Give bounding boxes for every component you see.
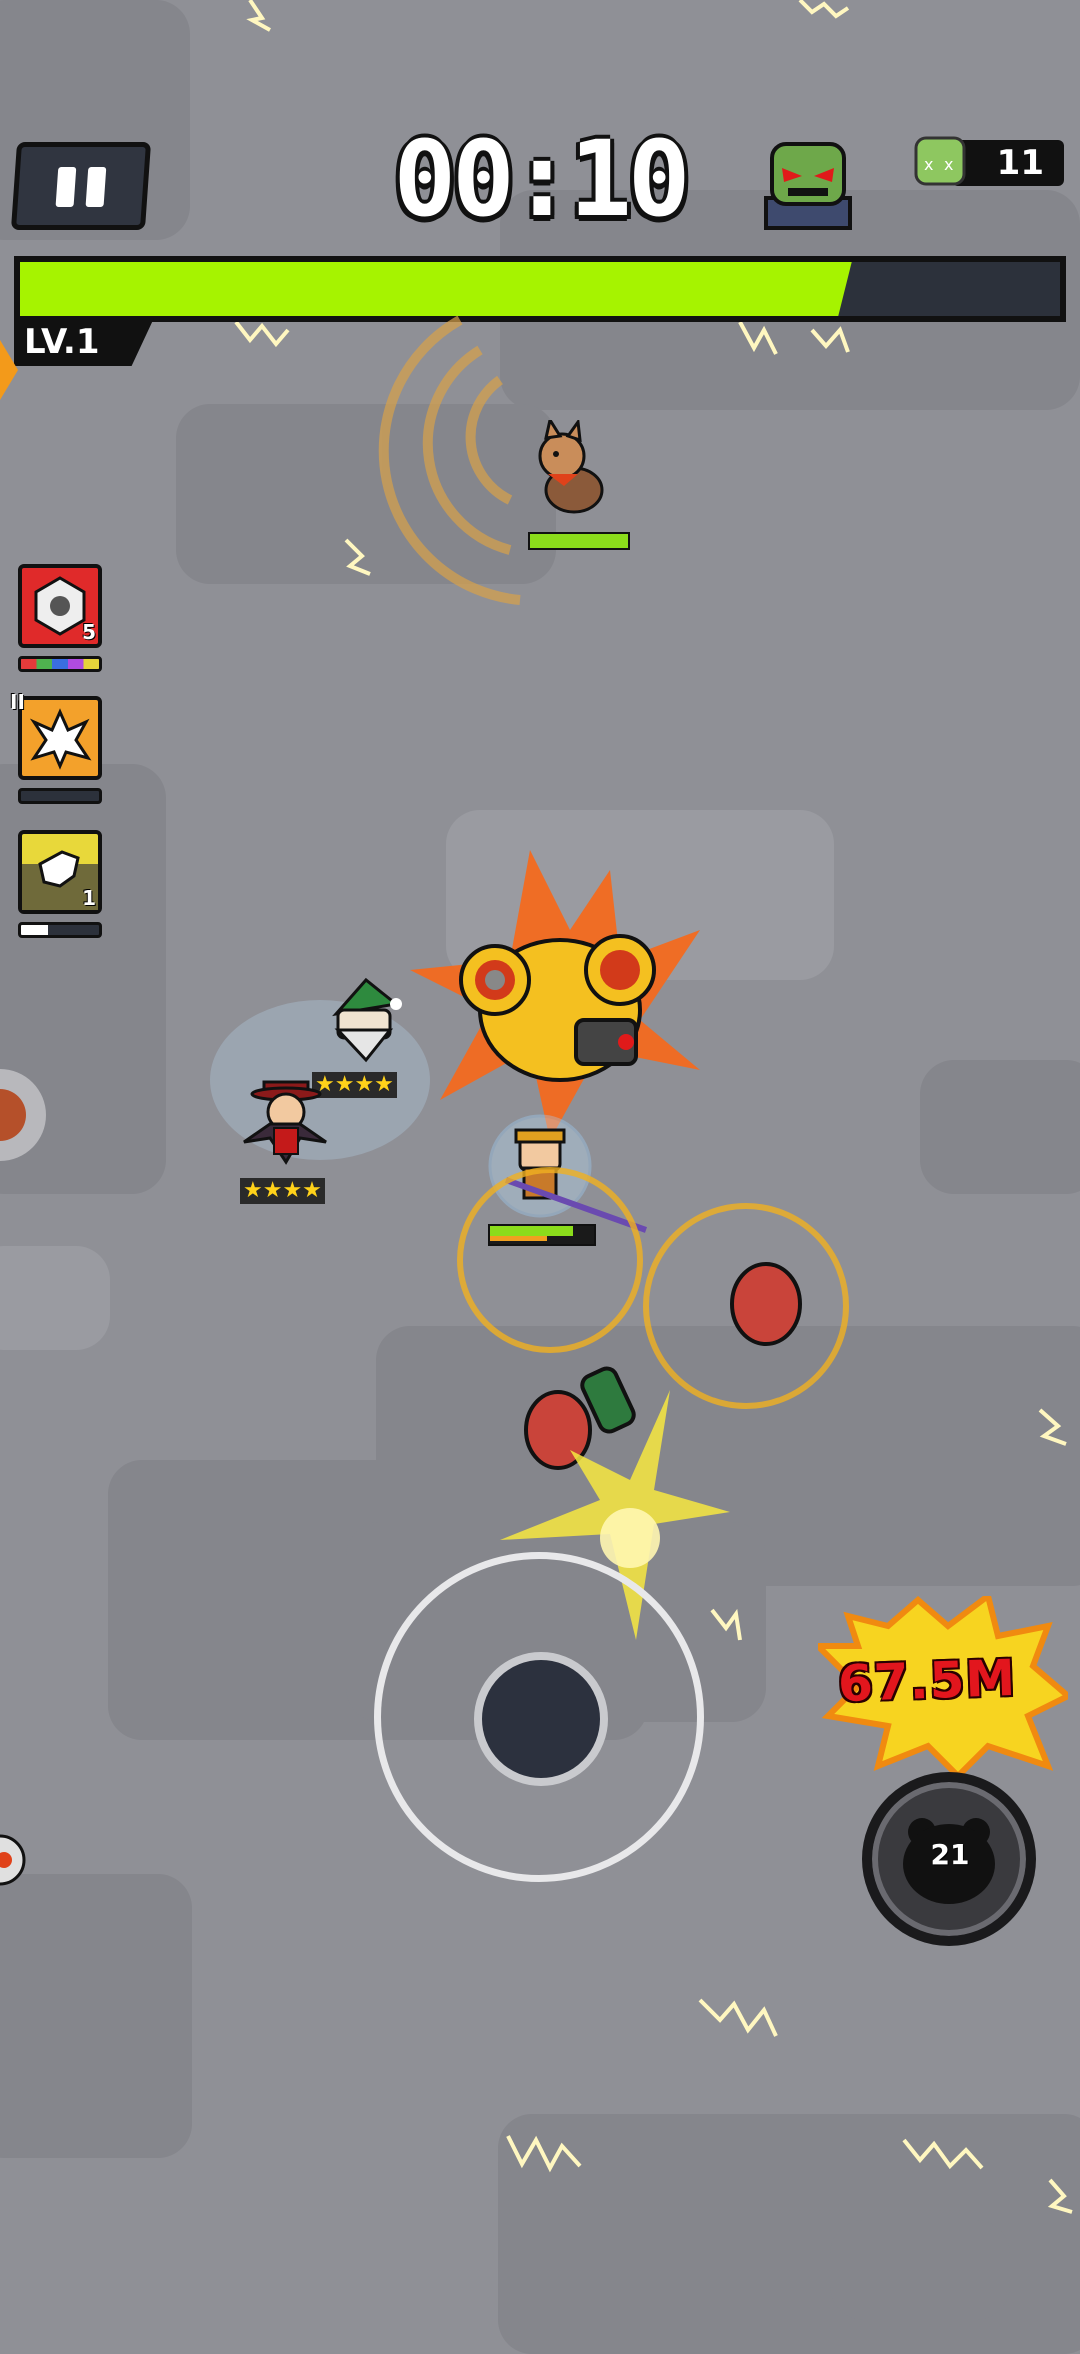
kill-counter: 11: [952, 140, 1064, 186]
explosion-icon: [29, 708, 92, 770]
skill-progress-bar: [18, 656, 102, 672]
dog-enemy-health-bar: [528, 532, 630, 550]
skill-level: 1: [82, 886, 96, 910]
damage-popup: 67.5M: [837, 1648, 1018, 1714]
joystick-knob[interactable]: [474, 1652, 608, 1786]
dog-enemy: [538, 420, 604, 514]
boss-zombie-icon: [764, 142, 852, 230]
boxing-glove: [730, 1262, 802, 1346]
pause-icon: [55, 167, 77, 207]
pause-icon: [85, 167, 107, 207]
vampire-hero-stars: ★★★★: [240, 1178, 325, 1204]
zombie-skull-icon: x x: [914, 136, 966, 186]
skill-level: 5: [82, 620, 96, 644]
elf-hero: [332, 977, 402, 1063]
ability-cooldown: 21: [930, 1838, 970, 1871]
offscreen-burst-icon: [0, 340, 18, 400]
match-timer: 00:10: [393, 118, 690, 240]
skill-rank: II: [10, 690, 25, 714]
svg-text:x: x: [944, 155, 953, 174]
pause-button[interactable]: [10, 142, 152, 230]
skill-progress-bar: [18, 922, 102, 938]
svg-text:x: x: [924, 155, 933, 174]
vampire-hero: [243, 1080, 327, 1165]
kill-count: 11: [996, 143, 1044, 183]
star-rating: ★★★★: [243, 1178, 322, 1203]
skill-fist: 1: [18, 830, 102, 914]
level-label: LV.1: [14, 318, 154, 366]
sonic-wave-effect: [378, 315, 521, 605]
skill-explosion: [18, 696, 102, 780]
skill-progress-bar: [18, 788, 102, 804]
xp-bar-fill: [20, 262, 832, 316]
offscreen-enemy: [0, 1069, 46, 1161]
skill-shield-drone: 5: [18, 564, 102, 648]
offscreen-enemy: [0, 1834, 26, 1886]
